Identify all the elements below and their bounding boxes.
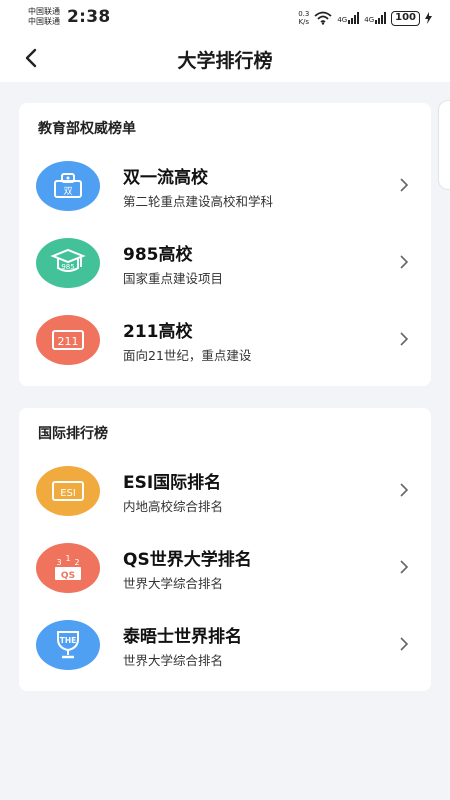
ministry-ranking-card: 教育部权威榜单 双 双一流高校 第二轮重点建设高校和学科 985 985高校 国… [19, 103, 431, 386]
svg-text:THE: THE [60, 636, 77, 645]
chevron-right-icon [400, 560, 409, 574]
graduation-cap-icon: 985 [36, 238, 100, 288]
qs-podium-icon: 3 1 2 QS [36, 543, 100, 593]
chevron-right-icon [400, 255, 409, 269]
page-title: 大学排行榜 [177, 50, 273, 72]
net-speed-value: 0.3 [298, 10, 310, 18]
svg-text:ESI: ESI [60, 488, 76, 499]
section-title: 教育部权威榜单 [38, 121, 136, 137]
chevron-right-icon [400, 637, 409, 651]
list-item-qs[interactable]: 3 1 2 QS QS世界大学排名 世界大学综合排名 [19, 543, 431, 615]
item-subtitle: 世界大学综合排名 [123, 653, 224, 668]
charging-icon [425, 12, 432, 24]
chevron-right-icon [400, 483, 409, 497]
item-subtitle: 国家重点建设项目 [123, 271, 224, 286]
list-item-211[interactable]: 211 211高校 面向21世纪，重点建设 [19, 315, 431, 387]
item-title: QS世界大学排名 [123, 550, 252, 570]
chevron-right-icon [400, 178, 409, 192]
svg-text:211: 211 [58, 335, 79, 348]
international-ranking-card: 国际排行榜 ESI ESI国际排名 内地高校综合排名 3 1 2 QS QS世界… [19, 408, 431, 691]
item-title: 985高校 [123, 245, 193, 265]
net-speed-unit: K/s [298, 18, 310, 26]
double-first-class-icon: 双 [36, 161, 100, 211]
svg-text:双: 双 [63, 186, 72, 197]
list-item-985[interactable]: 985 985高校 国家重点建设项目 [19, 238, 431, 310]
item-title: 泰晤士世界排名 [123, 627, 242, 647]
net-speed: 0.3 K/s [298, 10, 309, 26]
list-item-double-first-class[interactable]: 双 双一流高校 第二轮重点建设高校和学科 [19, 161, 431, 233]
signal-bars-icon [375, 12, 387, 24]
carrier-info: 中国联通 中国联通 [28, 7, 60, 27]
svg-text:2: 2 [74, 558, 79, 567]
svg-text:1: 1 [65, 554, 70, 563]
signal-bars-icon [348, 12, 360, 24]
list-item-the[interactable]: THE 泰晤士世界排名 世界大学综合排名 [19, 620, 431, 692]
list-item-esi[interactable]: ESI ESI国际排名 内地高校综合排名 [19, 466, 431, 538]
battery-icon: 100 [391, 10, 420, 26]
section-title: 国际排行榜 [38, 426, 108, 442]
signal-2: 4G [364, 12, 387, 24]
svg-text:985: 985 [61, 263, 74, 271]
wifi-icon [314, 11, 332, 25]
item-subtitle: 世界大学综合排名 [123, 576, 224, 591]
signal-2-label: 4G [364, 16, 375, 24]
status-bar: 中国联通 中国联通 2:38 0.3 K/s 4G 4G 100 [0, 0, 450, 36]
item-subtitle: 第二轮重点建设高校和学科 [123, 194, 274, 209]
the-trophy-icon: THE [36, 620, 100, 670]
badge-211-icon: 211 [36, 315, 100, 365]
status-time: 2:38 [67, 7, 111, 27]
nav-bar: 大学排行榜 [0, 36, 450, 82]
svg-text:QS: QS [61, 571, 75, 581]
item-title: ESI国际排名 [123, 473, 222, 493]
floating-side-tab[interactable] [438, 100, 450, 190]
chevron-right-icon [400, 332, 409, 346]
svg-text:3: 3 [56, 558, 61, 567]
signal-1-label: 4G [337, 16, 348, 24]
item-subtitle: 面向21世纪，重点建设 [123, 348, 252, 363]
carrier-1: 中国联通 [28, 7, 60, 16]
esi-badge-icon: ESI [36, 466, 100, 516]
signal-1: 4G [337, 12, 360, 24]
item-subtitle: 内地高校综合排名 [123, 499, 224, 514]
item-title: 双一流高校 [123, 168, 208, 188]
item-title: 211高校 [123, 322, 193, 342]
carrier-2: 中国联通 [28, 17, 60, 26]
status-icons: 0.3 K/s 4G 4G 100 [298, 9, 432, 27]
